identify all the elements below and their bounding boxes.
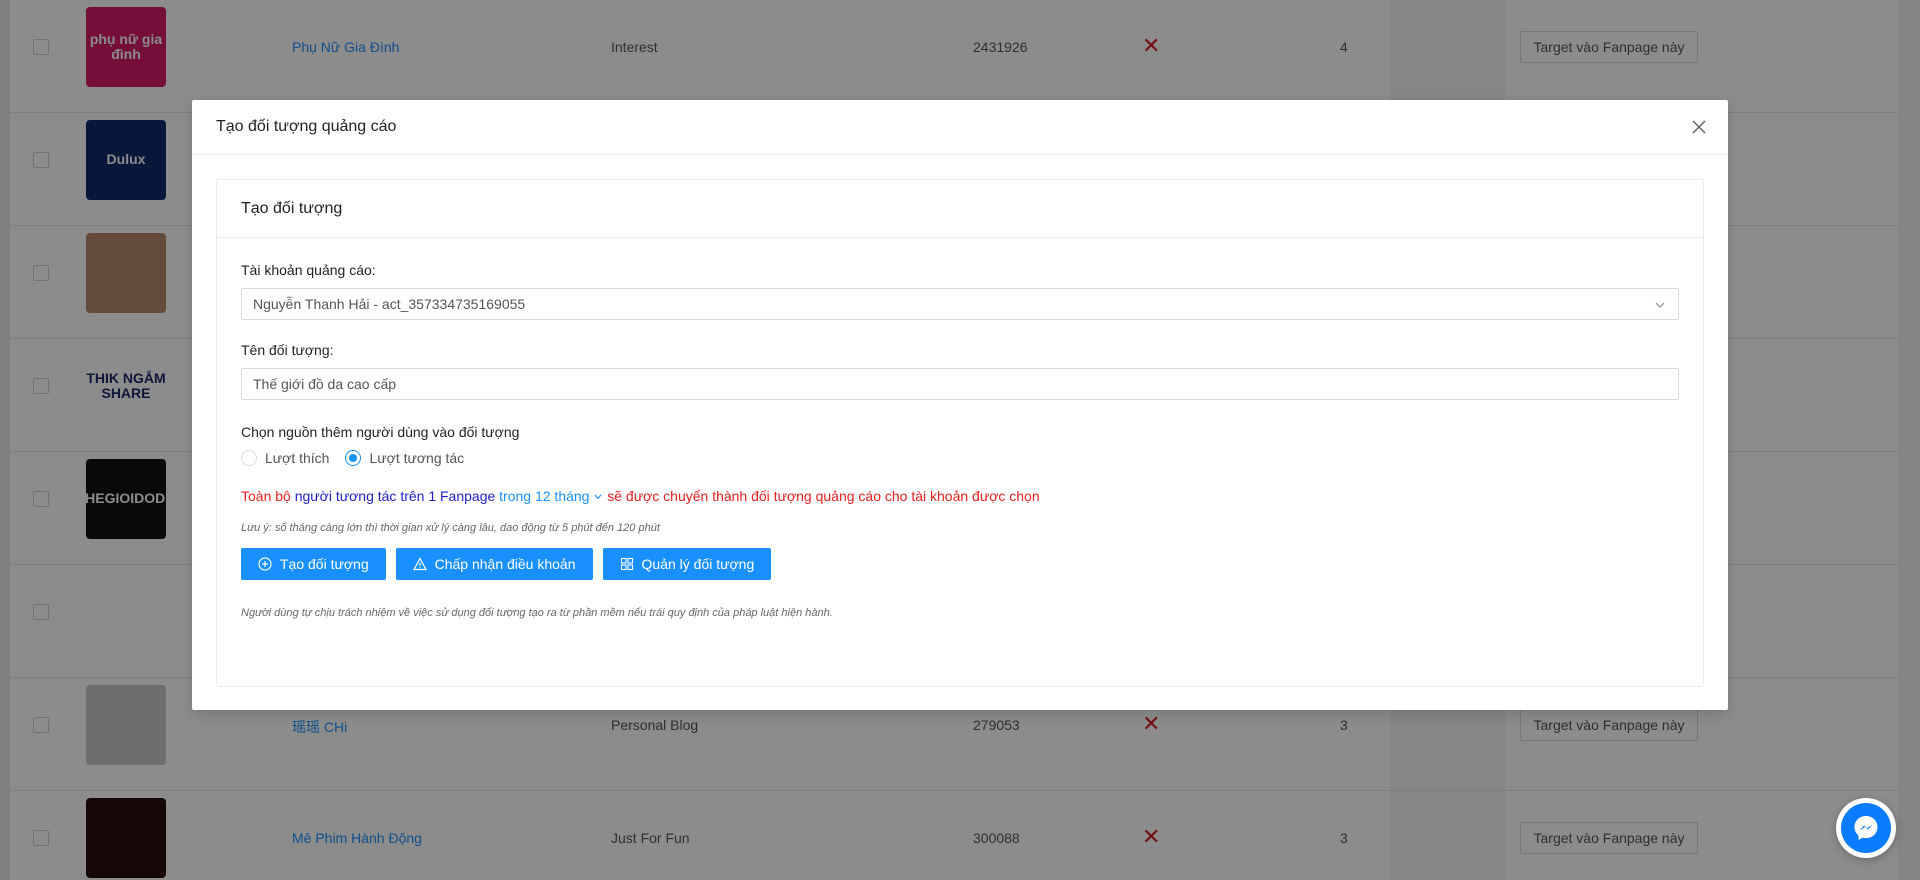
ad-account-select[interactable]: Nguyễn Thanh Hải - act_357334735169055 — [241, 288, 1679, 320]
source-label: Chọn nguồn thêm người dùng vào đối tượng — [241, 424, 520, 440]
plus-circle-icon — [258, 557, 272, 571]
source-radio-group: Lượt thích Lượt tương tác — [241, 450, 1679, 466]
messenger-chat-button[interactable] — [1836, 798, 1896, 858]
months-dropdown[interactable]: trong 12 tháng — [495, 488, 603, 504]
radio-interactions-dot[interactable] — [345, 450, 362, 466]
notice-text: Toàn bộ người tương tác trên 1 Fanpage t… — [241, 488, 1679, 504]
manage-audience-button-label: Quản lý đối tượng — [641, 556, 755, 572]
months-dropdown-label: trong 12 tháng — [495, 488, 590, 504]
disclaimer: Người dùng tự chịu trách nhiệm về việc s… — [241, 607, 833, 619]
radio-interactions[interactable]: Lượt tương tác — [345, 450, 464, 466]
action-buttons: Tạo đối tượng Chấp nhận điều khoản Quản … — [241, 548, 1679, 580]
audience-name-input[interactable] — [241, 368, 1679, 400]
radio-likes[interactable]: Lượt thích — [241, 450, 329, 466]
radio-interactions-label: Lượt tương tác — [369, 450, 465, 466]
close-icon[interactable] — [1688, 116, 1710, 138]
ad-account-value: Nguyễn Thanh Hải - act_357334735169055 — [253, 296, 526, 312]
create-audience-modal: Tạo đối tượng quảng cáo Tạo đối tượng Tà… — [192, 100, 1728, 710]
card-body: Tài khoản quảng cáo: Nguyễn Thanh Hải - … — [217, 238, 1703, 643]
accept-terms-button-label: Chấp nhận điều khoản — [434, 556, 576, 572]
card-header: Tạo đối tượng — [217, 180, 1703, 238]
radio-likes-label: Lượt thích — [265, 450, 330, 466]
notice-part4: sẽ được chuyển thành đối tượng quảng cáo… — [603, 488, 1040, 504]
messenger-icon — [1841, 803, 1891, 853]
chevron-down-icon — [1654, 298, 1666, 314]
processing-note: Lưu ý: số tháng càng lớn thì thời gian x… — [241, 522, 660, 534]
manage-audience-button[interactable]: Quản lý đối tượng — [602, 548, 772, 580]
modal-title: Tạo đối tượng quảng cáo — [216, 118, 397, 135]
ad-account-label: Tài khoản quảng cáo: — [241, 262, 376, 278]
modal-header: Tạo đối tượng quảng cáo — [192, 100, 1728, 155]
create-audience-card: Tạo đối tượng Tài khoản quảng cáo: Nguyễ… — [216, 179, 1704, 687]
warning-icon — [412, 557, 427, 571]
grid-icon — [620, 557, 633, 571]
card-title: Tạo đối tượng — [241, 199, 343, 217]
chevron-down-icon — [594, 494, 602, 500]
notice-part2: người tương tác trên 1 Fanpage — [294, 488, 496, 504]
accept-terms-button[interactable]: Chấp nhận điều khoản — [395, 548, 593, 580]
notice-part1: Toàn bộ — [241, 488, 295, 504]
create-audience-button-label: Tạo đối tượng — [280, 556, 369, 572]
create-audience-button[interactable]: Tạo đối tượng — [241, 548, 386, 580]
radio-likes-dot[interactable] — [241, 450, 257, 466]
audience-name-label: Tên đối tượng: — [241, 342, 334, 358]
